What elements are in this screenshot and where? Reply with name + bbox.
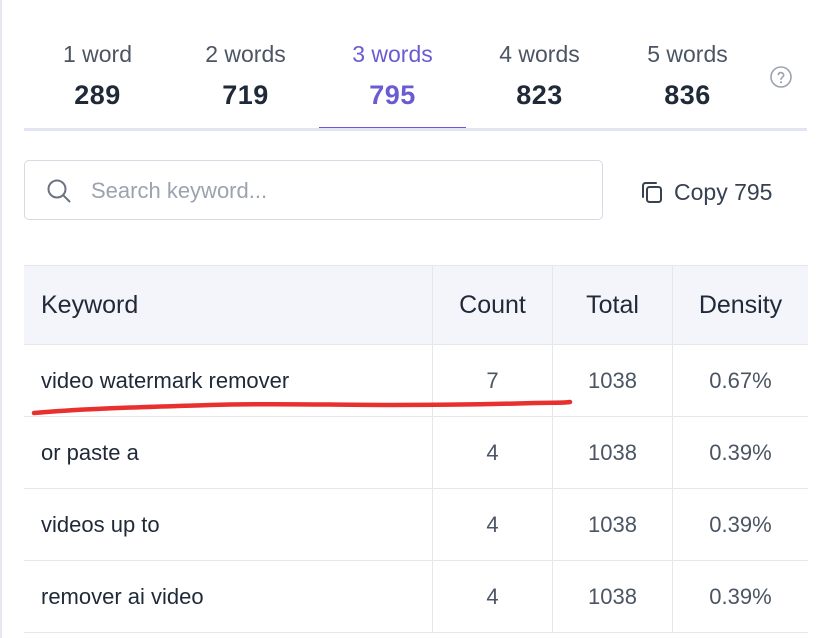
word-count-tabs: 1 word 289 2 words 719 3 words 795 4 wor… xyxy=(24,40,807,132)
table-row[interactable]: or paste a 4 1038 0.39% xyxy=(24,417,808,489)
tab-count: 719 xyxy=(222,80,269,110)
count-cell: 4 xyxy=(432,489,552,560)
tab-label: 1 word xyxy=(62,41,133,67)
table-row[interactable]: videos up to 4 1038 0.39% xyxy=(24,489,808,561)
table-row[interactable]: video watermark remover 7 1038 0.67% xyxy=(24,345,808,417)
tab-label: 5 words xyxy=(647,41,728,67)
column-header-keyword[interactable]: Keyword xyxy=(24,266,432,344)
search-box xyxy=(24,160,603,220)
tab-2-words[interactable]: 2 words 719 xyxy=(172,40,319,129)
count-cell: 7 xyxy=(432,345,552,416)
total-cell: 1038 xyxy=(552,489,672,560)
density-cell: 0.39% xyxy=(672,417,808,488)
column-header-total[interactable]: Total xyxy=(552,266,672,344)
copy-button-label: Copy 795 xyxy=(674,178,773,205)
search-icon xyxy=(47,179,71,203)
tab-3-words[interactable]: 3 words 795 xyxy=(319,40,466,131)
density-cell: 0.39% xyxy=(672,489,808,560)
tabs-divider xyxy=(24,128,807,131)
density-cell: 0.67% xyxy=(672,345,808,416)
column-header-count[interactable]: Count xyxy=(432,266,552,344)
tab-count: 823 xyxy=(516,80,563,110)
tab-label: 3 words xyxy=(352,41,433,67)
tab-5-words[interactable]: 5 words 836 xyxy=(614,40,761,129)
total-cell: 1038 xyxy=(552,561,672,632)
keyword-cell: remover ai video xyxy=(41,583,204,609)
copy-button[interactable]: Copy 795 xyxy=(638,172,798,212)
count-cell: 4 xyxy=(432,417,552,488)
tab-1-word[interactable]: 1 word 289 xyxy=(24,40,171,129)
total-cell: 1038 xyxy=(552,345,672,416)
count-cell: 4 xyxy=(432,561,552,632)
tab-count: 836 xyxy=(664,80,711,110)
density-cell: 0.39% xyxy=(672,561,808,632)
column-header-density[interactable]: Density xyxy=(672,266,808,344)
search-input[interactable] xyxy=(89,169,583,213)
question-circle-icon[interactable] xyxy=(769,65,793,89)
tab-label: 4 words xyxy=(499,41,580,67)
table-row[interactable]: remover ai video 4 1038 0.39% xyxy=(24,561,808,633)
keyword-cell: videos up to xyxy=(41,511,160,537)
tab-count: 795 xyxy=(369,80,416,110)
table-header-row: Keyword Count Total Density xyxy=(24,265,808,345)
keyword-table: Keyword Count Total Density video waterm… xyxy=(24,265,808,633)
total-cell: 1038 xyxy=(552,417,672,488)
keyword-cell: or paste a xyxy=(41,439,139,465)
copy-icon xyxy=(642,182,662,203)
tab-label: 2 words xyxy=(205,41,286,67)
tab-4-words[interactable]: 4 words 823 xyxy=(466,40,613,129)
tab-count: 289 xyxy=(74,80,121,110)
left-border xyxy=(0,0,2,638)
keyword-cell: video watermark remover xyxy=(41,367,290,393)
